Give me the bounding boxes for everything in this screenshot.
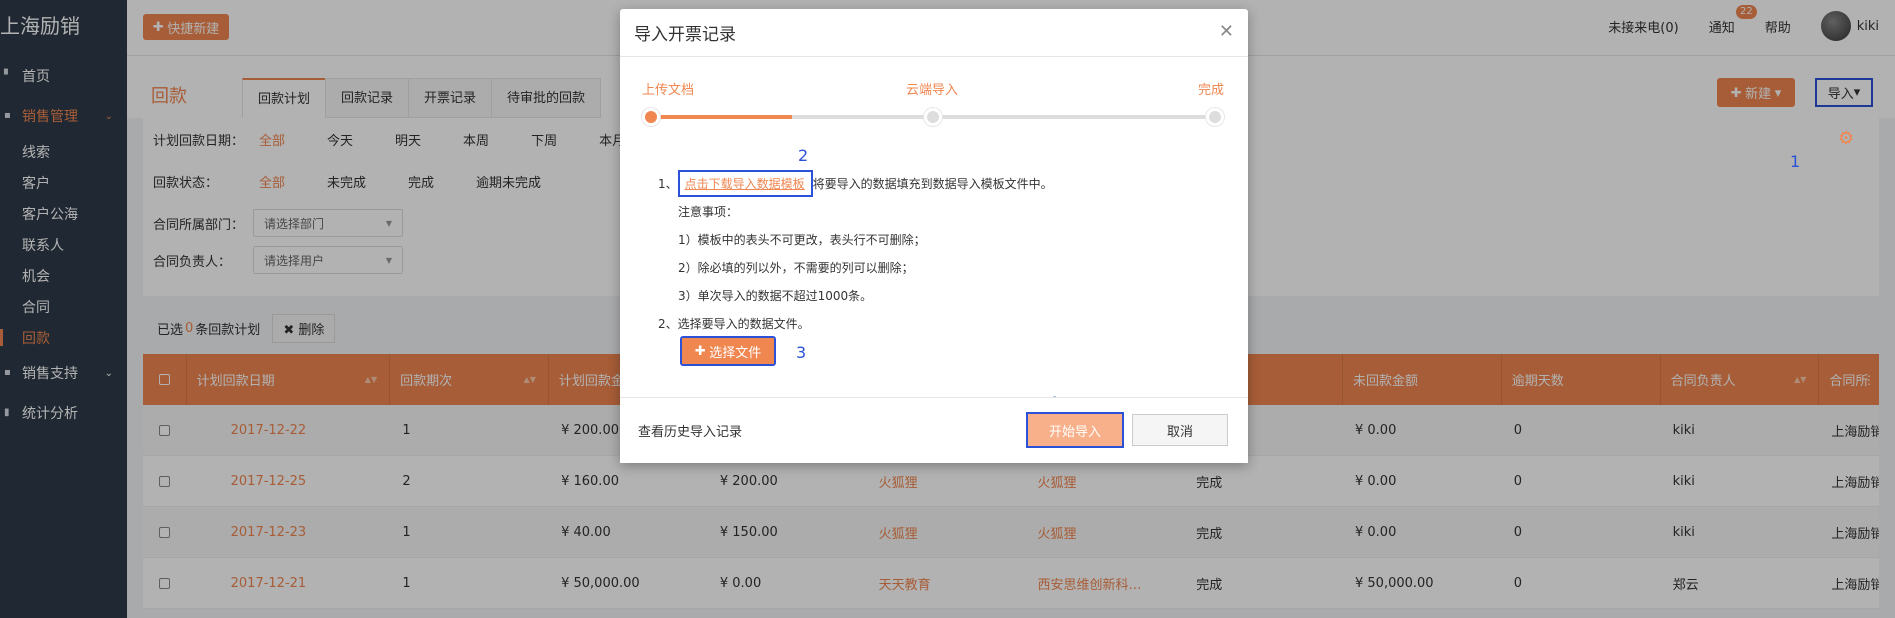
instruction-line: 2、选择要导入的数据文件。 <box>658 316 810 331</box>
cancel-button[interactable]: 取消 <box>1132 414 1228 446</box>
step-label-cloud: 云端导入 <box>906 83 959 98</box>
instruction-text: 将要导入的数据填充到数据导入模板文件中。 <box>812 176 1053 191</box>
dialog-title: 导入开票记录 <box>620 9 1248 57</box>
import-stepper: 上传文档 云端导入 完成 <box>642 79 1224 129</box>
import-invoice-dialog: 导入开票记录 ✕ 上传文档 云端导入 完成 2 1、 点击下载导入数据模板 将要… <box>620 9 1248 463</box>
progress-fill <box>650 115 792 119</box>
dialog-footer: 查看历史导入记录 开始导入 取消 <box>620 397 1248 463</box>
notes-title: 注意事项： <box>678 204 739 219</box>
step-dot-upload <box>642 108 660 126</box>
step-label-done: 完成 <box>1197 83 1224 98</box>
start-import-button[interactable]: 开始导入 <box>1026 412 1124 448</box>
note-line: 1）模板中的表头不可更改，表头行不可删除； <box>678 232 926 247</box>
step-dot-cloud <box>924 108 942 126</box>
download-template-link[interactable]: 点击下载导入数据模板 <box>677 169 813 197</box>
import-instructions: 1、 点击下载导入数据模板 将要导入的数据填充到数据导入模板文件中。 注意事项：… <box>658 169 1053 337</box>
step-dot-done <box>1206 108 1224 126</box>
note-line: 3）单次导入的数据不超过1000条。 <box>678 288 873 303</box>
plus-icon: ✚ <box>694 343 710 358</box>
choose-file-button[interactable]: ✚ 选择文件 <box>680 336 776 366</box>
note-line: 2）除必填的列以外，不需要的列可以删除； <box>678 260 914 275</box>
step-label-upload: 上传文档 <box>642 83 695 98</box>
annotation-marker: 3 <box>796 343 807 362</box>
step-number: 1、 <box>658 176 678 191</box>
gear-icon[interactable]: ⚙ <box>1838 128 1860 149</box>
annotation-marker: 2 <box>798 146 809 165</box>
instruction-line: 1、 点击下载导入数据模板 将要导入的数据填充到数据导入模板文件中。 <box>658 169 1053 197</box>
annotation-marker: 1 <box>1790 152 1801 171</box>
close-icon[interactable]: ✕ <box>1219 21 1234 42</box>
choose-file-label: 选择文件 <box>709 344 762 360</box>
import-history-link[interactable]: 查看历史导入记录 <box>638 421 742 440</box>
